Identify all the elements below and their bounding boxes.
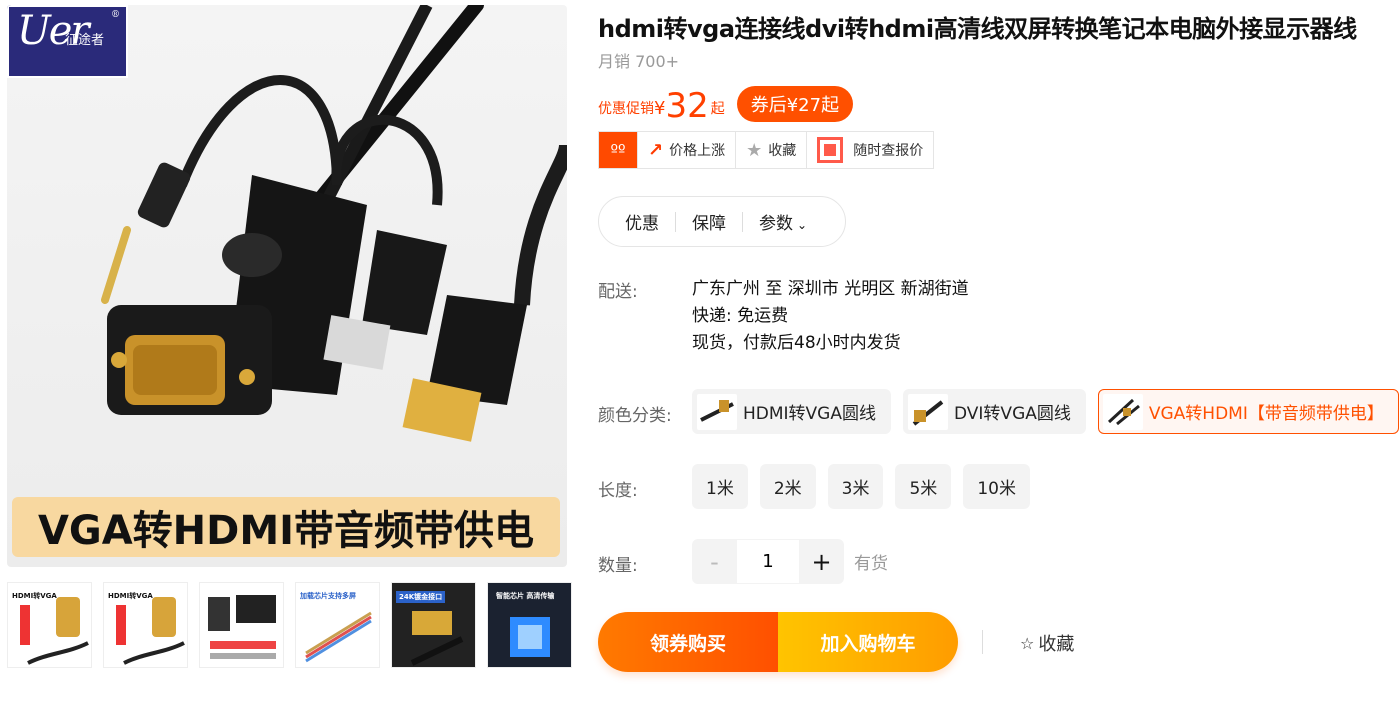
thumbnail-strip: HDMI转VGA HDMI转VGA 加载芯片支持多屏 24K镀金接口 智能芯片 … — [7, 582, 572, 668]
sku-thumb — [697, 393, 737, 430]
price-alert-label: 随时查报价 — [853, 143, 924, 159]
quantity-minus-button[interactable]: - — [692, 539, 737, 584]
product-photo — [101, 5, 567, 442]
thumb-label: 加载芯片支持多屏 — [300, 592, 356, 600]
coupon-buy-button[interactable]: 领券购买 — [598, 612, 778, 672]
tab-discount[interactable]: 优惠 — [625, 209, 675, 234]
thumb-label: 智能芯片 高清传输 — [496, 592, 555, 600]
thumb-image — [208, 595, 276, 659]
tab-guarantee[interactable]: 保障 — [692, 209, 742, 234]
logo-registered: ® — [111, 10, 120, 20]
purchase-buttons: 领券购买 加入购物车 — [598, 612, 958, 672]
star-outline-icon: ☆ — [1020, 633, 1035, 653]
price-label: 优惠促销 — [598, 101, 654, 117]
add-to-cart-button[interactable]: 加入购物车 — [778, 612, 958, 672]
action-bar: ºº ↗ 价格上涨 ★ 收藏 随时查报价 — [598, 131, 935, 169]
quantity-stepper: - + 有货 — [692, 539, 888, 584]
length-option-3m[interactable]: 3米 — [827, 464, 884, 509]
shipping-express: 快递: 免运费 — [692, 306, 789, 326]
favorite-button[interactable]: ☆ 收藏 — [1020, 630, 1074, 656]
thumb-label: HDMI转VGA — [12, 592, 57, 600]
mascot-icon: ºº — [599, 132, 637, 168]
thumbnail-1[interactable]: HDMI转VGA — [7, 582, 92, 668]
thumbnail-2[interactable]: HDMI转VGA — [103, 582, 188, 668]
brand-logo: Uer 征途者 ® — [7, 5, 128, 78]
price-alert-button[interactable]: 随时查报价 — [806, 132, 933, 168]
monthly-sales: 月销 700+ — [598, 52, 680, 71]
logo-cn: 征途者 — [65, 33, 105, 48]
price-amount: 32 — [665, 86, 709, 126]
tab-divider — [675, 211, 676, 232]
length-option-1m[interactable]: 1米 — [692, 464, 748, 509]
length-options: 1米 2米 3米 5米 10米 — [692, 464, 1030, 509]
tab-params-label: 参数 — [759, 214, 793, 234]
tab-divider — [742, 211, 743, 232]
favorite-small-label: 收藏 — [768, 143, 797, 159]
thumb-label: 24K镀金接口 — [396, 591, 446, 603]
chevron-down-icon: ⌄ — [797, 218, 808, 232]
product-title: hdmi转vga连接线dvi转hdmi高清线双屏转换笔记本电脑外接显示器线 — [598, 15, 1357, 43]
quantity-input[interactable] — [737, 539, 799, 584]
info-tabs: 优惠 保障 参数 ⌄ — [598, 196, 846, 247]
color-option-dvi-vga[interactable]: DVI转VGA圆线 — [903, 389, 1086, 434]
color-option-vga-hdmi[interactable]: VGA转HDMI【带音频带供电】 — [1097, 389, 1399, 434]
length-label: 长度: — [598, 481, 638, 501]
length-option-2m[interactable]: 2米 — [759, 464, 816, 509]
favorite-small-button[interactable]: ★ 收藏 — [735, 132, 806, 168]
color-option-label: HDMI转VGA圆线 — [743, 404, 876, 424]
thumb-label: HDMI转VGA — [108, 592, 153, 600]
button-divider — [982, 630, 983, 654]
color-options: HDMI转VGA圆线 DVI转VGA圆线 VGA转HDMI【带音频带供电】 — [692, 389, 1399, 434]
favorite-label: 收藏 — [1038, 634, 1075, 655]
length-option-10m[interactable]: 10米 — [963, 464, 1030, 509]
price-currency: ¥ — [654, 98, 666, 119]
tab-params[interactable]: 参数 ⌄ — [759, 209, 807, 234]
thumbnail-4[interactable]: 加载芯片支持多屏 — [295, 582, 380, 668]
thumbnail-5[interactable]: 24K镀金接口 — [391, 582, 476, 668]
coupon-price-badge[interactable]: 券后¥27起 — [736, 86, 854, 122]
color-option-label: DVI转VGA圆线 — [954, 404, 1071, 424]
shipping-label: 配送: — [598, 282, 638, 302]
thumbnail-3[interactable] — [199, 582, 284, 668]
thumbnail-6[interactable]: 智能芯片 高清传输 — [487, 582, 572, 668]
color-label: 颜色分类: — [598, 406, 672, 426]
price-up-button[interactable]: ↗ 价格上涨 — [637, 132, 735, 168]
shop-avatar-item[interactable]: ºº — [599, 132, 637, 168]
image-banner: VGA转HDMI带音频带供电 — [12, 497, 560, 557]
price-row: 优惠促销 ¥ 32 起 券后¥27起 — [598, 85, 854, 126]
stock-status: 有货 — [854, 554, 888, 574]
shipping-info: 广东广州 至 深圳市 光明区 新湖街道 快递: 免运费 现货，付款后48小时内发… — [692, 276, 969, 357]
length-option-5m[interactable]: 5米 — [895, 464, 952, 509]
quantity-label: 数量: — [598, 556, 638, 576]
arrow-up-icon: ↗ — [648, 139, 664, 161]
quantity-plus-button[interactable]: + — [799, 539, 844, 584]
price-up-label: 价格上涨 — [669, 143, 726, 159]
shipping-route[interactable]: 广东广州 至 深圳市 光明区 新湖街道 — [692, 276, 969, 303]
main-product-image: Uer 征途者 ® VGA转HDMI带音频带供电 — [7, 5, 567, 567]
sku-thumb — [1102, 393, 1143, 430]
color-option-hdmi-vga[interactable]: HDMI转VGA圆线 — [692, 389, 891, 434]
qr-code-icon — [817, 137, 844, 163]
shipping-stock-note: 现货，付款后48小时内发货 — [692, 333, 901, 353]
sku-thumb — [908, 393, 948, 430]
color-option-label: VGA转HDMI【带音频带供电】 — [1148, 404, 1384, 424]
price-suffix: 起 — [710, 101, 725, 117]
star-icon: ★ — [746, 139, 763, 161]
